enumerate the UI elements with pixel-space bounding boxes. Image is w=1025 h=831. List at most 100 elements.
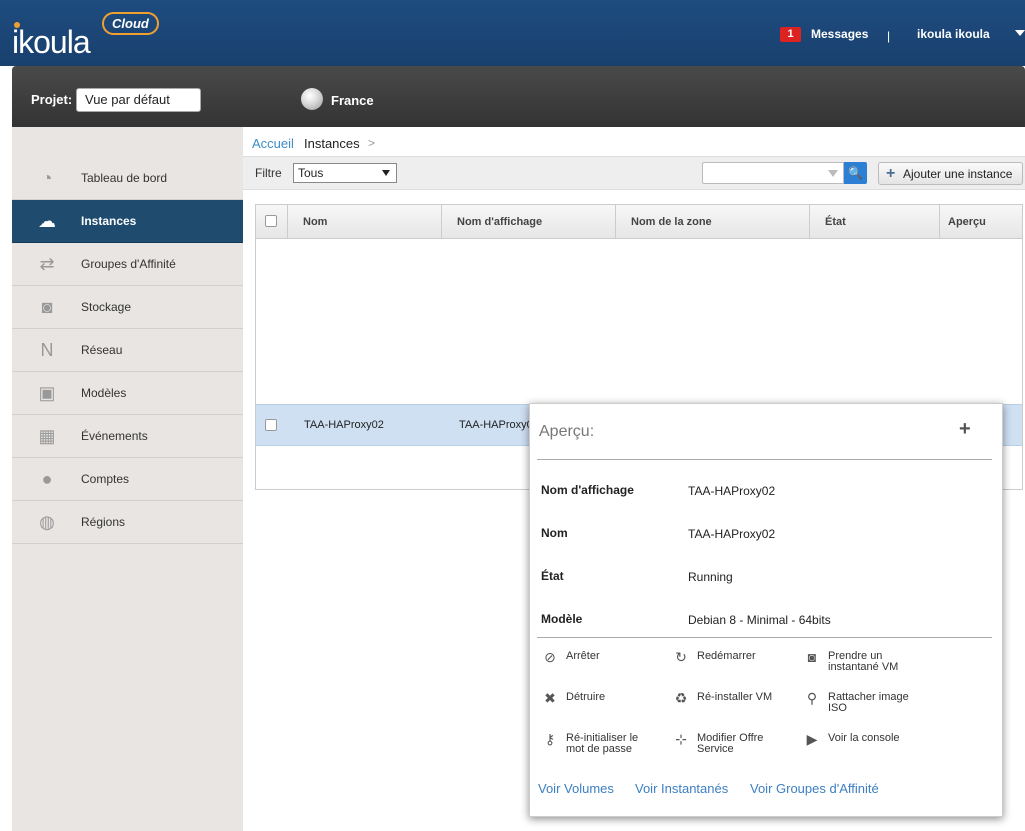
key-icon: ⚷ bbox=[544, 731, 556, 747]
destroy-icon: ✖ bbox=[544, 690, 556, 706]
messages-count-badge[interactable]: 1 bbox=[780, 27, 801, 42]
calendar-icon: ▦ bbox=[38, 426, 56, 446]
camera-icon: ◙ bbox=[807, 649, 817, 665]
sidebar: ◔ Tableau de bord ☁ Instances ⇄ Groupes … bbox=[12, 127, 243, 831]
top-header: ikoula Cloud 1 Messages | ikoula ikoula bbox=[0, 0, 1025, 66]
sidebar-item-storage[interactable]: ◙ Stockage bbox=[12, 286, 243, 329]
paperclip-icon: ⚲ bbox=[806, 690, 818, 706]
user-menu[interactable]: ikoula ikoula bbox=[917, 27, 990, 41]
search-input[interactable] bbox=[702, 162, 844, 184]
chevron-down-icon bbox=[382, 170, 390, 176]
list-toolbar: Filtre Tous 🔍 + Ajouter une instance bbox=[243, 157, 1025, 190]
region-selector[interactable]: France bbox=[331, 93, 374, 108]
console-icon: ▶ bbox=[806, 731, 818, 747]
field-key-state: État bbox=[541, 569, 564, 583]
detail-title: Aperçu: bbox=[539, 423, 595, 440]
chevron-down-icon[interactable] bbox=[1015, 30, 1025, 36]
action-label-line2: instantané VM bbox=[828, 661, 899, 673]
stop-icon: ⊘ bbox=[544, 649, 556, 665]
sidebar-item-templates[interactable]: ▣ Modèles bbox=[12, 372, 243, 415]
view-snapshots-link[interactable]: Voir Instantanés bbox=[635, 781, 728, 796]
add-instance-button[interactable]: + Ajouter une instance bbox=[878, 162, 1023, 185]
column-header-display-name[interactable]: Nom d'affichage bbox=[442, 205, 616, 239]
search-icon: 🔍 bbox=[848, 166, 863, 180]
divider bbox=[537, 637, 992, 638]
table-empty-area bbox=[256, 240, 1022, 400]
sidebar-item-regions[interactable]: ◍ Régions bbox=[12, 501, 243, 544]
globe-icon[interactable] bbox=[301, 88, 323, 110]
logo-dot bbox=[14, 22, 20, 28]
search-button[interactable]: 🔍 bbox=[844, 162, 867, 184]
instance-detail-panel: Aperçu: + Nom d'affichage TAA-HAProxy02 … bbox=[529, 403, 1003, 817]
affinity-icon: ⇄ bbox=[39, 254, 55, 274]
recycle-icon: ♻ bbox=[674, 690, 688, 706]
project-bar: Projet: Vue par défaut France bbox=[12, 66, 1025, 127]
action-label: Ré-installer VM bbox=[697, 691, 773, 703]
globe-icon: ◍ bbox=[39, 512, 55, 532]
action-label: Redémarrer bbox=[697, 650, 756, 662]
breadcrumb-current: Instances bbox=[304, 136, 360, 151]
filter-select[interactable]: Tous bbox=[293, 163, 397, 183]
search-options-dropdown-icon[interactable] bbox=[828, 170, 838, 177]
ikoula-logo[interactable]: ikoula Cloud bbox=[12, 12, 159, 60]
breadcrumb-home-link[interactable]: Accueil bbox=[252, 136, 294, 151]
field-key-display-name: Nom d'affichage bbox=[541, 483, 634, 497]
sidebar-item-dashboard[interactable]: ◔ Tableau de bord bbox=[12, 157, 243, 200]
sidebar-item-events[interactable]: ▦ Événements bbox=[12, 415, 243, 458]
user-icon: ● bbox=[41, 469, 53, 489]
row-checkbox[interactable] bbox=[265, 419, 277, 431]
expand-plus-icon[interactable]: + bbox=[959, 418, 971, 441]
sidebar-item-label: Régions bbox=[81, 515, 126, 529]
select-all-checkbox[interactable] bbox=[265, 215, 277, 227]
templates-icon: ▣ bbox=[38, 383, 56, 403]
view-volumes-link[interactable]: Voir Volumes bbox=[538, 781, 614, 796]
column-header-state[interactable]: État bbox=[810, 205, 940, 239]
sidebar-item-network[interactable]: N Réseau bbox=[12, 329, 243, 372]
field-value-template: Debian 8 - Minimal - 64bits bbox=[688, 613, 831, 627]
plus-icon: + bbox=[886, 165, 896, 182]
breadcrumb: Accueil Instances > bbox=[243, 127, 1025, 157]
logo-cloud-badge: Cloud bbox=[102, 12, 159, 35]
field-key-template: Modèle bbox=[541, 612, 583, 626]
sidebar-item-label: Tableau de bord bbox=[81, 171, 168, 185]
storage-icon: ◙ bbox=[41, 297, 53, 317]
sidebar-item-label: Modèles bbox=[81, 386, 127, 400]
sidebar-item-label: Stockage bbox=[81, 300, 132, 314]
project-select[interactable]: Vue par défaut bbox=[76, 88, 201, 112]
dashboard-icon: ◔ bbox=[41, 168, 53, 188]
sidebar-item-affinity-groups[interactable]: ⇄ Groupes d'Affinité bbox=[12, 243, 243, 286]
logo-text: ikoula bbox=[12, 24, 91, 60]
field-value-name: TAA-HAProxy02 bbox=[688, 527, 776, 541]
divider bbox=[537, 459, 992, 460]
breadcrumb-separator: > bbox=[368, 136, 376, 150]
filter-select-value: Tous bbox=[298, 166, 324, 180]
field-value-state: Running bbox=[688, 570, 733, 584]
project-label: Projet: bbox=[31, 92, 73, 107]
network-icon: N bbox=[40, 340, 54, 360]
restart-icon: ↻ bbox=[675, 649, 687, 665]
action-label: Détruire bbox=[566, 691, 606, 703]
filter-label: Filtre bbox=[255, 166, 282, 180]
column-header-zone[interactable]: Nom de la zone bbox=[616, 205, 810, 239]
messages-link[interactable]: Messages bbox=[811, 27, 868, 41]
view-affinity-groups-link[interactable]: Voir Groupes d'Affinité bbox=[750, 781, 879, 796]
cell-display-name: TAA-HAProxy02 bbox=[459, 419, 539, 431]
column-header-preview: Aperçu bbox=[948, 216, 986, 228]
header-separator: | bbox=[887, 29, 891, 43]
sidebar-item-instances[interactable]: ☁ Instances bbox=[12, 200, 243, 243]
cloud-icon: ☁ bbox=[38, 211, 56, 231]
sidebar-item-label: Comptes bbox=[81, 472, 130, 486]
sidebar-item-label: Instances bbox=[81, 214, 137, 228]
add-instance-label: Ajouter une instance bbox=[903, 167, 1013, 181]
action-label-line2: mot de passe bbox=[566, 743, 633, 755]
action-label: Arrêter bbox=[566, 650, 600, 662]
action-label: Voir la console bbox=[828, 732, 900, 744]
field-value-display-name: TAA-HAProxy02 bbox=[688, 484, 776, 498]
column-header-name[interactable]: Nom bbox=[288, 205, 442, 239]
sidebar-item-label: Événements bbox=[81, 429, 148, 443]
action-label-line2: ISO bbox=[828, 702, 847, 714]
sidebar-item-accounts[interactable]: ● Comptes bbox=[12, 458, 243, 501]
select-all-cell bbox=[256, 205, 288, 239]
field-key-name: Nom bbox=[541, 526, 568, 540]
scale-icon: ⊹ bbox=[675, 731, 687, 747]
